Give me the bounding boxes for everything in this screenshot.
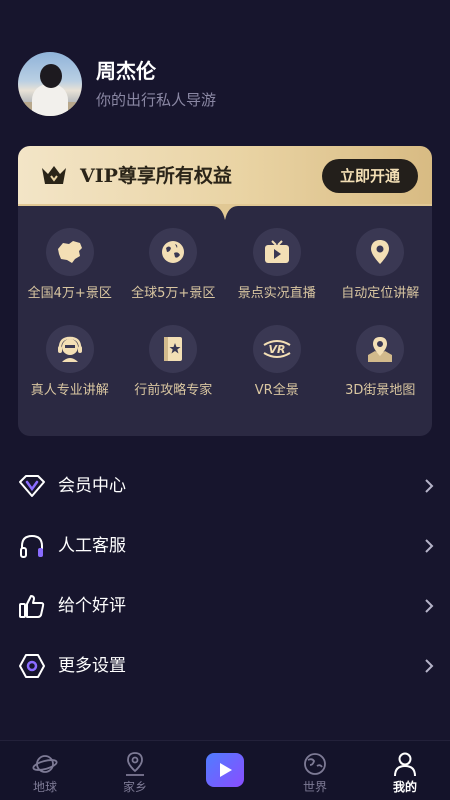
avatar-head (40, 64, 62, 88)
vip-feature-label: 自动定位讲解 (341, 286, 420, 301)
vip-feature-item[interactable]: 3D街景地图 (329, 325, 433, 400)
vip-feature-item[interactable]: 全国4万+景区 (18, 228, 122, 303)
avatar[interactable] (18, 52, 82, 116)
tab-live[interactable] (180, 741, 270, 800)
guide-book-icon (149, 325, 198, 373)
vip-feature-item[interactable]: 全球5万+景区 (122, 228, 226, 303)
chevron-right-icon (425, 539, 434, 553)
vip-diamond-icon (19, 475, 45, 497)
chevron-right-icon (425, 599, 434, 613)
home-pin-icon (126, 752, 144, 776)
thumbs-up-icon (19, 595, 45, 618)
map-pin-icon (356, 325, 405, 373)
avatar-body (32, 84, 68, 116)
vip-title: VIP尊享所有权益 (80, 165, 232, 187)
vip-feature-label: VR全景 (254, 383, 299, 398)
profile-header[interactable]: 周杰伦 你的出行私人导游 (18, 52, 432, 116)
planet-icon (32, 755, 58, 773)
menu-item-customer-service[interactable]: 人工客服 (0, 516, 450, 576)
vip-feature-label: 3D街景地图 (345, 383, 416, 398)
tab-earth[interactable]: 地球 (0, 741, 90, 800)
tab-mine[interactable]: 我的 (360, 741, 450, 800)
menu-item-more-settings[interactable]: 更多设置 (0, 636, 450, 696)
vip-card: VIP尊享所有权益 立即开通 全国4万+景区 全球5万+景区 景点实况直播 自动… (18, 146, 432, 436)
china-map-icon (45, 228, 94, 276)
vip-feature-label: 景点实况直播 (237, 286, 316, 301)
live-play-icon (206, 753, 244, 787)
location-pin-icon (356, 228, 405, 276)
settings-menu: 会员中心 人工客服 给个好评 更多设置 (0, 456, 450, 696)
profile-name: 周杰伦 (96, 59, 156, 83)
menu-item-label: 人工客服 (58, 536, 126, 556)
vip-feature-label: 全国4万+景区 (27, 286, 112, 301)
profile-text: 周杰伦 你的出行私人导游 (96, 58, 216, 110)
vip-feature-item[interactable]: 行前攻略专家 (122, 325, 226, 400)
vip-open-button[interactable]: 立即开通 (322, 159, 418, 193)
vip-feature-grid: 全国4万+景区 全球5万+景区 景点实况直播 自动定位讲解 真人专业讲解 行前攻… (18, 228, 432, 400)
vip-feature-item[interactable]: 景点实况直播 (225, 228, 329, 303)
vip-banner-notch (18, 204, 432, 220)
chevron-right-icon (425, 659, 434, 673)
menu-item-rate-app[interactable]: 给个好评 (0, 576, 450, 636)
headset-person-icon (45, 325, 94, 373)
settings-hex-icon (19, 654, 45, 678)
profile-subtitle: 你的出行私人导游 (96, 91, 217, 109)
menu-item-label: 给个好评 (58, 596, 126, 616)
world-icon (304, 753, 326, 775)
tab-label: 家乡 (122, 780, 147, 794)
menu-item-label: 会员中心 (58, 476, 126, 496)
user-icon (394, 752, 416, 777)
chevron-right-icon (425, 479, 434, 493)
vip-banner[interactable]: VIP尊享所有权益 立即开通 (18, 146, 432, 206)
tv-play-icon (252, 228, 301, 276)
menu-item-vip-center[interactable]: 会员中心 (0, 456, 450, 516)
bottom-tab-bar: 地球 家乡 世界 我的 (0, 740, 450, 800)
tab-label: 地球 (32, 780, 57, 794)
vip-feature-label: 全球5万+景区 (131, 286, 216, 301)
vip-feature-item[interactable]: VR VR全景 (225, 325, 329, 400)
vip-feature-label: 行前攻略专家 (134, 383, 213, 398)
headphones-icon (20, 534, 43, 558)
svg-text:VR: VR (268, 343, 285, 356)
vip-feature-item[interactable]: 真人专业讲解 (18, 325, 122, 400)
tab-world[interactable]: 世界 (270, 741, 360, 800)
vip-feature-item[interactable]: 自动定位讲解 (329, 228, 433, 303)
vip-feature-label: 真人专业讲解 (30, 383, 109, 398)
tab-label: 世界 (302, 780, 327, 794)
tab-hometown[interactable]: 家乡 (90, 741, 180, 800)
menu-item-label: 更多设置 (58, 656, 126, 676)
tab-label: 我的 (392, 780, 417, 794)
crown-icon (42, 166, 66, 184)
vr-icon: VR (252, 325, 301, 373)
globe-icon (149, 228, 198, 276)
